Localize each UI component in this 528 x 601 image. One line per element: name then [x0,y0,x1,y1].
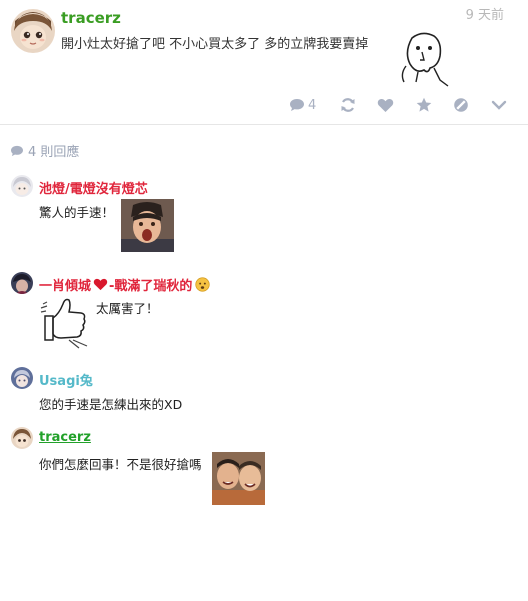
comment-count: 4 [308,97,317,113]
comment-text: 您的手速是怎練出來的XD [39,397,183,412]
comment-sticker-image [212,452,265,505]
replies-count[interactable]: 4 則回應 [10,141,79,160]
comment-username[interactable]: 一肖傾城 -戰滿了瑞秋的 [39,275,211,294]
replies-count-label: 4 則回應 [28,145,80,160]
comment-username-part: 一肖傾城 [39,279,92,294]
thumbs-up-sticker [39,296,93,350]
comment-username[interactable]: tracerz [39,430,91,445]
comment-username[interactable]: 池燈/電燈沒有燈芯 [39,178,148,197]
post-avatar[interactable] [11,9,55,53]
comment-username-part: -戰滿了瑞秋的 [109,279,193,294]
comment-count-button[interactable]: 4 [289,94,316,116]
comment-text: 太厲害了！ [96,301,159,316]
block-icon [454,98,468,112]
post-username[interactable]: tracerz [61,9,121,27]
comment-avatar[interactable] [11,175,33,197]
comment-avatar[interactable] [11,427,33,449]
heart-icon [377,98,394,112]
comment-icon [11,145,23,156]
comment-avatar[interactable] [11,367,33,389]
like-button[interactable] [377,94,394,116]
post-actions: 4 [0,94,528,116]
heart-icon [93,278,108,291]
sad-face-emoji-icon [195,277,211,292]
more-options-button[interactable] [491,94,507,116]
comment-sticker-image [121,199,174,252]
post: tracerz 9 天前 開小灶太好搶了吧 不小心買太多了 多的立牌我要賣掉 4 [0,0,528,125]
comment-text: 你們怎麼回事！不是很好搶嗎 [39,457,202,472]
post-timestamp[interactable]: 9 天前 [466,4,504,23]
doodle-sticker [398,30,452,88]
block-button[interactable] [453,94,469,116]
comment-username[interactable]: Usagi兔 [39,370,93,389]
favorite-button[interactable] [416,94,432,116]
post-text: 開小灶太好搶了吧 不小心買太多了 多的立牌我要賣掉 [61,37,369,52]
comment-icon [290,99,304,111]
repost-icon [341,98,355,112]
repost-button[interactable] [340,94,356,116]
comment-text: 驚人的手速！ [39,205,115,220]
comment-avatar[interactable] [11,272,33,294]
star-icon [416,97,432,112]
chevron-down-icon [491,100,507,110]
